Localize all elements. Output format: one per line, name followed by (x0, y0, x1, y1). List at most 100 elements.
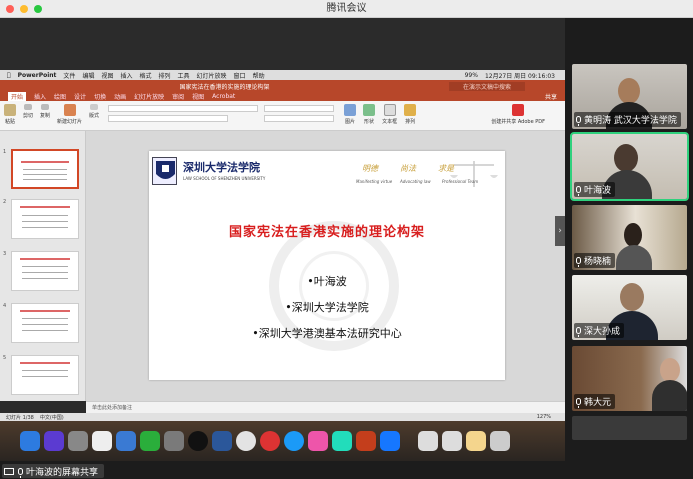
participant-tile[interactable]: 韩大元 (572, 346, 687, 411)
app-store-icon[interactable] (332, 431, 352, 451)
siri-icon[interactable] (44, 431, 64, 451)
tab-transitions[interactable]: 切换 (94, 92, 106, 101)
settings-icon[interactable] (164, 431, 184, 451)
wechat-icon[interactable] (140, 431, 160, 451)
layout-button[interactable]: 版式 (89, 104, 99, 119)
menu-window[interactable]: 窗口 (234, 71, 246, 80)
language-indicator: 中文(中国) (39, 414, 64, 421)
menu-insert[interactable]: 插入 (120, 71, 132, 80)
folder-icon[interactable] (466, 431, 486, 451)
tab-insert[interactable]: 插入 (34, 92, 46, 101)
notes-pane[interactable]: 单击此处添加备注 (86, 401, 565, 413)
textbox-icon (383, 104, 396, 116)
photos-icon[interactable] (308, 431, 328, 451)
tab-home[interactable]: 开始 (8, 92, 27, 101)
bullet-center: •深圳大学港澳基本法研究中心 (252, 327, 402, 340)
preview-icon[interactable] (116, 431, 136, 451)
slide-thumb-3[interactable] (11, 251, 79, 291)
apple-icon[interactable]:  (7, 72, 11, 79)
slide-thumb-5[interactable] (11, 355, 79, 395)
menu-slideshow[interactable]: 幻灯片放映 (197, 71, 227, 80)
menu-app[interactable]: PowerPoint (18, 72, 57, 79)
paste-button[interactable]: 粘贴 (4, 104, 16, 125)
notes-icon[interactable] (92, 431, 112, 451)
menu-help[interactable]: 帮助 (253, 71, 265, 80)
picture-button[interactable]: 图片 (344, 104, 357, 125)
zoom-level[interactable]: 127% (537, 414, 551, 420)
document-icon[interactable] (442, 431, 462, 451)
menu-tools[interactable]: 工具 (178, 71, 190, 80)
powerpoint-icon[interactable] (356, 431, 376, 451)
bullet-presenter: •叶海波 (307, 275, 347, 288)
share-button[interactable]: 共享 (545, 92, 557, 101)
ribbon: 粘贴 剪切 复制 新建幻灯片 版式 图片 形状 文本框 排列 创建并共享 Ado… (0, 101, 565, 131)
mac-dock (0, 421, 565, 461)
menu-edit[interactable]: 编辑 (82, 71, 94, 80)
menu-arrange[interactable]: 排列 (159, 71, 171, 80)
tab-acrobat[interactable]: Acrobat (212, 93, 235, 100)
menu-file[interactable]: 文件 (63, 71, 75, 80)
tab-slideshow[interactable]: 幻灯片放映 (134, 92, 164, 101)
launchpad-icon[interactable] (68, 431, 88, 451)
mic-icon (18, 467, 23, 478)
arrange-button[interactable]: 排列 (404, 104, 417, 125)
slide-thumb-4[interactable] (11, 303, 79, 343)
new-slide-button[interactable]: 新建幻灯片 (57, 104, 82, 125)
participant-tile[interactable]: 深大孙成 (572, 275, 687, 340)
tencent-meeting-icon[interactable] (380, 431, 400, 451)
motto-en-1: Manifesting virtue (356, 179, 393, 184)
document-icon[interactable] (418, 431, 438, 451)
tab-draw[interactable]: 绘图 (54, 92, 66, 101)
current-slide[interactable]: 深圳大学法学院 LAW SCHOOL OF SHENZHEN UNIVERSIT… (149, 151, 505, 380)
music-player-icon[interactable] (260, 431, 280, 451)
collapse-panel-chevron-icon[interactable]: › (555, 216, 565, 246)
tab-view[interactable]: 视图 (192, 92, 204, 101)
tab-review[interactable]: 审阅 (172, 92, 184, 101)
textbox-button[interactable]: 文本框 (382, 104, 397, 125)
participant-name-tag: 叶海波 (574, 182, 616, 197)
participant-tile[interactable]: 杨晓楠 (572, 205, 687, 270)
school-name-cn: 深圳大学法学院 (183, 161, 260, 174)
shape-icon (363, 104, 376, 116)
paragraph-controls[interactable] (264, 105, 335, 122)
font-controls[interactable] (108, 105, 259, 122)
thumb-number: 2 (3, 199, 7, 205)
slide-canvas: 深圳大学法学院 LAW SCHOOL OF SHENZHEN UNIVERSIT… (86, 131, 565, 401)
motto-en-3: Professional Team (442, 179, 479, 184)
dock-icons (20, 426, 514, 456)
font-name-select[interactable] (108, 105, 259, 112)
adobe-pdf-button[interactable]: 创建并共享 Adobe PDF (491, 104, 545, 125)
font-format-row[interactable] (108, 115, 229, 122)
finder-icon[interactable] (20, 431, 40, 451)
participant-tile-partial[interactable] (572, 416, 687, 440)
participant-tile-active[interactable]: 叶海波 (570, 132, 689, 201)
copy-button[interactable]: 复制 (40, 104, 50, 119)
copy-icon (41, 104, 50, 110)
participant-tile[interactable]: 黄明涛 武汉大学法学院 (572, 64, 687, 129)
thumb-number: 5 (3, 355, 7, 361)
slide-bullets: •叶海波 •深圳大学法学院 •深圳大学港澳基本法研究中心 (149, 269, 505, 347)
motto-banner: 明德 尚法 求是 Manifesting virtue Advocating l… (354, 157, 504, 191)
tab-design[interactable]: 设计 (74, 92, 86, 101)
cut-button[interactable]: 剪切 (23, 104, 33, 119)
align-row[interactable] (264, 115, 335, 122)
safari-icon[interactable] (284, 431, 304, 451)
thumb-number: 3 (3, 251, 7, 257)
qq-icon[interactable] (188, 431, 208, 451)
school-name-en: LAW SCHOOL OF SHENZHEN UNIVERSITY (183, 176, 266, 181)
menu-view[interactable]: 视图 (101, 71, 113, 80)
mac-menubar:  PowerPoint 文件 编辑 视图 插入 格式 排列 工具 幻灯片放映 … (0, 70, 565, 80)
shape-button[interactable]: 形状 (363, 104, 376, 125)
bullet-row[interactable] (264, 105, 335, 112)
tab-animations[interactable]: 动画 (114, 92, 126, 101)
chrome-icon[interactable] (236, 431, 256, 451)
search-input[interactable]: 在演示文稿中搜索 (448, 81, 525, 91)
shared-screen:  PowerPoint 文件 编辑 视图 插入 格式 排列 工具 幻灯片放映 … (0, 18, 565, 461)
menu-format[interactable]: 格式 (139, 71, 151, 80)
slide-thumb-2[interactable] (11, 199, 79, 239)
word-icon[interactable] (212, 431, 232, 451)
slide-counter: 幻灯片 1/38 (6, 414, 34, 421)
slide-thumb-1[interactable] (11, 149, 79, 189)
mic-icon (576, 257, 581, 267)
trash-icon[interactable] (490, 431, 510, 451)
